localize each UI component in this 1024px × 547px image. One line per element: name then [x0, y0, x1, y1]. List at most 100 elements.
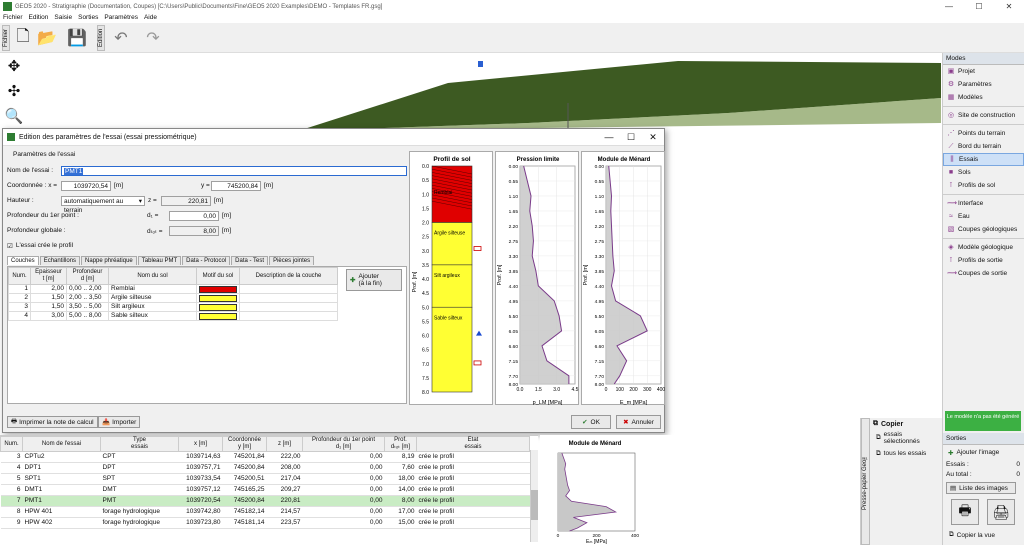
limit-pressure-svg: Pression limite0.01.53.04.50.000.551.101…: [496, 152, 580, 406]
copy-all-tests-button[interactable]: ⧉ tous les essais: [873, 448, 941, 459]
test-cell-dtot: 8,19: [385, 452, 417, 463]
mode-item-geo-model[interactable]: ◈Modèle géologique: [943, 241, 1024, 254]
x-input[interactable]: 1039720,54: [61, 181, 111, 191]
mode-item-tests[interactable]: ⫼Essais: [943, 153, 1024, 166]
move-icon[interactable]: ✥: [3, 56, 25, 78]
tab-nappe[interactable]: Nappe phréatique: [81, 256, 137, 265]
mode-item-geo-sections[interactable]: ▧Coupes géologiques: [943, 223, 1024, 236]
print-report-button[interactable]: 🖶 Imprimer la note de calcul: [7, 416, 98, 428]
height-mode-select[interactable]: automatiquement au terrain▾: [61, 196, 145, 206]
test-row[interactable]: 7PMT1PMT1039720,54745200,84220,810,008,0…: [1, 496, 530, 507]
open-folder-icon[interactable]: 📂: [36, 27, 58, 49]
layer-num: 3: [9, 303, 31, 312]
tab-tableau-pmt[interactable]: Tableau PMT: [138, 256, 181, 265]
layer-row[interactable]: 31,503,50 .. 5,00Silt argileux: [9, 303, 338, 312]
maximize-button[interactable]: ☐: [964, 0, 994, 13]
tab-pieces-jointes[interactable]: Pièces jointes: [269, 256, 314, 265]
menu-saisie[interactable]: Saisie: [51, 13, 75, 23]
cancel-button[interactable]: ✖ Annuler: [616, 415, 661, 429]
test-cell-type: forage hydrologique: [101, 507, 179, 518]
copy-selected-tests-button[interactable]: ⧉ essais sélectionnés: [873, 432, 941, 443]
create-profile-checkbox[interactable]: ☑: [7, 242, 13, 250]
layer-row[interactable]: 12,000,00 .. 2,00Remblai: [9, 285, 338, 294]
import-button[interactable]: 📥 Importer: [98, 416, 140, 428]
menu-aide[interactable]: Aide: [141, 13, 160, 23]
redo-icon[interactable]: ↷: [142, 27, 164, 49]
y-tick-label: 6.60: [509, 344, 519, 350]
rotate-icon[interactable]: ✣: [3, 81, 25, 103]
mode-item-terrain-edge[interactable]: ⟋Bord du terrain: [943, 140, 1024, 153]
mode-item-output-sections[interactable]: ⟿Coupes de sortie: [943, 267, 1024, 280]
profile-tick-label: 5.5: [422, 319, 429, 325]
tab-couches[interactable]: Couches: [7, 256, 39, 265]
print-output-button[interactable]: 🖶: [951, 499, 979, 525]
test-row[interactable]: 9HPW 402forage hydrologique1039723,80745…: [1, 518, 530, 529]
mode-item-settings[interactable]: ⚙Paramètres: [943, 78, 1024, 91]
clipboard-side-tab[interactable]: Presse-papier Geo™: [861, 418, 870, 545]
zoom-icon[interactable]: 🔍: [3, 106, 25, 128]
new-file-icon[interactable]: 🗋: [12, 27, 34, 49]
profile-layer-2: [432, 223, 472, 265]
dtot-unit: [m]: [219, 227, 231, 234]
mode-item-output-profiles[interactable]: ⊺Profils de sortie: [943, 254, 1024, 267]
mode-item-terrain-points[interactable]: ⋰Points du terrain: [943, 127, 1024, 140]
test-row[interactable]: 6DMT1DMT1039757,12745165,25209,270,0014,…: [1, 485, 530, 496]
tab-echantillons[interactable]: Echantillons: [40, 256, 80, 265]
dialog-minimize-button[interactable]: —: [598, 129, 620, 146]
add-layer-button[interactable]: ✚ Ajouter (à la fin): [346, 269, 402, 291]
mode-item-soil-profiles[interactable]: ⊺Profils de sol: [943, 179, 1024, 192]
tab-data-protocol[interactable]: Data - Protocol: [182, 256, 230, 265]
close-button[interactable]: ✕: [994, 0, 1024, 13]
test-cell-num: 6: [1, 485, 23, 496]
tests-table-scrollbar[interactable]: [530, 450, 538, 542]
profile-tick-label: 3.0: [422, 249, 429, 255]
minimize-button[interactable]: —: [934, 0, 964, 13]
dialog-maximize-button[interactable]: ☐: [620, 129, 642, 146]
ok-button[interactable]: ✔ OK: [571, 415, 611, 429]
test-row[interactable]: 5SPT1SPT1039733,54745200,51217,040,0018,…: [1, 474, 530, 485]
copier-title: Copier: [881, 421, 903, 428]
menu-sorties[interactable]: Sorties: [75, 13, 101, 23]
mode-item-water[interactable]: ≈Eau: [943, 210, 1024, 223]
mode-item-label: Site de construction: [958, 112, 1015, 119]
menu-fichier[interactable]: Fichier: [0, 13, 26, 23]
bt-col-dtot: Prof. dₜₒₜ [m]: [385, 437, 417, 452]
mode-item-soils[interactable]: ■Sols: [943, 166, 1024, 179]
menu-parametres[interactable]: Paramètres: [101, 13, 141, 23]
test-name-input[interactable]: PMT1: [61, 166, 407, 176]
undo-icon[interactable]: ↶: [110, 27, 132, 49]
save-icon[interactable]: 💾: [66, 27, 88, 49]
group-title: Paramètres de l'essai: [13, 151, 75, 158]
mode-item-interface[interactable]: ⟿Interface: [943, 197, 1024, 210]
file-tab[interactable]: Fichier: [2, 25, 10, 51]
scrollbar-thumb[interactable]: [531, 490, 538, 520]
dtot-value: 8,00: [169, 226, 219, 236]
add-image-button[interactable]: ✚ Ajouter l'image: [945, 447, 1021, 458]
layer-row[interactable]: 43,005,00 .. 8,00Sable silteux: [9, 312, 338, 321]
test-row[interactable]: 4DPT1DPT1039757,71745200,84208,000,007,6…: [1, 463, 530, 474]
print-preview-button[interactable]: 🖨: [987, 499, 1015, 525]
name-label: Nom de l'essai :: [7, 167, 61, 174]
x-axis-label: E_m [MPa]: [620, 400, 648, 406]
tab-data-test[interactable]: Data - Test: [231, 256, 268, 265]
dialog-close-button[interactable]: ✕: [642, 129, 664, 146]
copy-view-button[interactable]: ⧉ Copier la vue: [946, 529, 1016, 541]
y-tick-label: 7.70: [595, 374, 605, 380]
add-image-label: Ajouter l'image: [956, 449, 999, 456]
image-list-button[interactable]: ▤ Liste des images: [946, 482, 1016, 494]
menu-edition[interactable]: Edition: [26, 13, 52, 23]
test-row[interactable]: 8HPW 401forage hydrologique1039742,80745…: [1, 507, 530, 518]
edit-tab[interactable]: Edition: [97, 25, 105, 51]
test-cell-z: 214,57: [267, 507, 303, 518]
mode-item-site[interactable]: ◎Site de construction: [943, 109, 1024, 122]
profile-tick-label: 0.5: [422, 178, 429, 184]
x-tick-label: 3.0: [553, 387, 560, 393]
bt-col-y: Coordonnée y [m]: [223, 437, 267, 452]
printer-output-icon: 🖶: [958, 500, 971, 524]
test-row[interactable]: 3CPTu2CPT1039714,63745201,84222,000,008,…: [1, 452, 530, 463]
y-input[interactable]: 745200,84: [211, 181, 261, 191]
mode-item-models[interactable]: ▦Modèles: [943, 91, 1024, 104]
d1-input[interactable]: 0,00: [169, 211, 219, 221]
layer-row[interactable]: 21,502,00 .. 3,50Argile silteuse: [9, 294, 338, 303]
mode-item-project[interactable]: ▣Projet: [943, 65, 1024, 78]
